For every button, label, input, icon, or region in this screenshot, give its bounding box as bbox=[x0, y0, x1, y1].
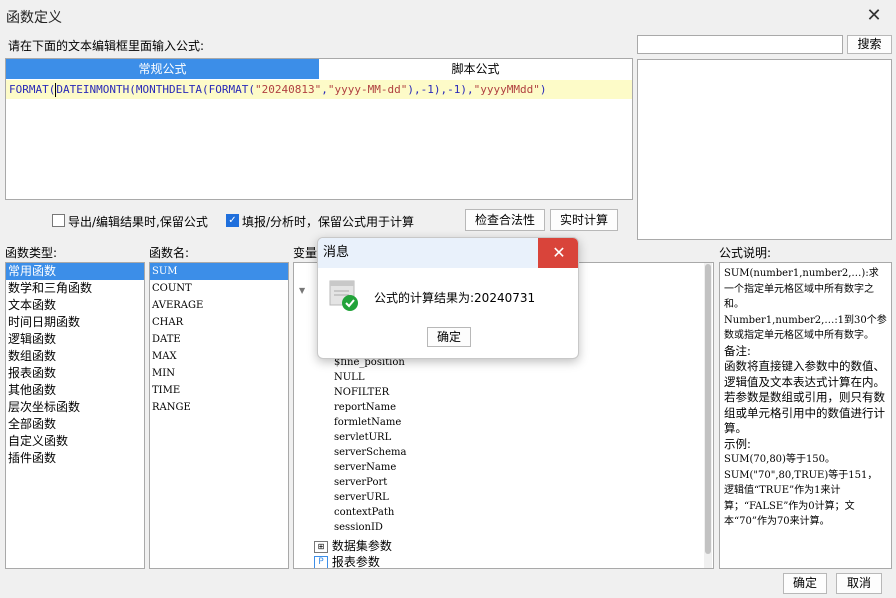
description-line: Number1,number2,…:1到30个参数或指定单元格区域中所有数字。 bbox=[724, 314, 887, 342]
function-name-item[interactable]: AVERAGE bbox=[150, 297, 288, 314]
function-name-item[interactable]: MAX bbox=[150, 348, 288, 365]
dataset-params-node[interactable]: ⊞ 数据集参数 bbox=[314, 537, 392, 554]
function-type-item[interactable]: 全部函数 bbox=[6, 416, 144, 433]
formula-token: ),-1),-1), bbox=[407, 83, 474, 96]
formula-editor[interactable]: 常规公式 脚本公式 FORMAT(DATEINMONTH(MONTHDELTA(… bbox=[5, 58, 633, 200]
function-type-item[interactable]: 自定义函数 bbox=[6, 433, 144, 450]
description-label: 公式说明: bbox=[719, 246, 772, 260]
formula-description: SUM(number1,number2,…):求一个指定单元格区域中所有数字之和… bbox=[719, 262, 892, 569]
dataset-params-label: 数据集参数 bbox=[331, 539, 392, 553]
export-keep-checkbox[interactable] bbox=[52, 214, 65, 227]
variable-item[interactable]: servletURL bbox=[334, 432, 391, 443]
function-name-item[interactable]: DATE bbox=[150, 331, 288, 348]
function-type-item[interactable]: 数学和三角函数 bbox=[6, 280, 144, 297]
fill-keep-checkbox[interactable]: ✓ bbox=[226, 214, 239, 227]
function-name-item[interactable]: MIN bbox=[150, 365, 288, 382]
formula-token: DATEINMONTH(MONTHDELTA(FORMAT( bbox=[56, 83, 256, 96]
function-type-item[interactable]: 文本函数 bbox=[6, 297, 144, 314]
description-line: SUM("70",80,TRUE)等于151，逻辑值“TRUE”作为1来计算；“… bbox=[724, 469, 878, 528]
description-line: 示例: bbox=[724, 436, 751, 451]
function-type-item[interactable]: 常用函数 bbox=[6, 263, 144, 280]
function-name-item[interactable]: CHAR bbox=[150, 314, 288, 331]
formula-token: ) bbox=[539, 83, 547, 96]
function-type-item[interactable]: 逻辑函数 bbox=[6, 331, 144, 348]
title-bar bbox=[0, 0, 896, 34]
report-params-label: 报表参数 bbox=[331, 555, 380, 569]
function-types-list[interactable]: 常用函数 数学和三角函数 文本函数 时间日期函数 逻辑函数 数组函数 报表函数 其他函数 层次坐… bbox=[5, 262, 145, 569]
variable-item[interactable]: sessionID bbox=[334, 522, 383, 533]
function-names-list[interactable]: SUM COUNT AVERAGE CHAR DATE MAX MIN TIME RANGE bbox=[149, 262, 289, 569]
realtime-calc-button[interactable]: 实时计算 bbox=[550, 209, 618, 231]
description-line: SUM(70,80)等于150。 bbox=[724, 454, 836, 465]
formula-token: FORMAT( bbox=[9, 83, 56, 96]
formula-token: "yyyy-MM-dd" bbox=[327, 83, 408, 96]
function-type-item[interactable]: 插件函数 bbox=[6, 450, 144, 467]
function-type-item[interactable]: 时间日期函数 bbox=[6, 314, 144, 331]
search-results-panel bbox=[637, 59, 892, 240]
description-line: 函数将直接键入参数中的数值、逻辑值及文本表达式计算在内。若参数是数组或引用，则只… bbox=[724, 359, 885, 435]
variable-item[interactable]: serverPort bbox=[334, 477, 387, 488]
param-p-icon: P bbox=[314, 556, 328, 568]
formula-text[interactable]: FORMAT(DATEINMONTH(MONTHDELTA(FORMAT("20… bbox=[6, 80, 632, 99]
window-title: 函数定义 bbox=[6, 10, 62, 26]
export-keep-label: 导出/编辑结果时,保留公式 bbox=[68, 215, 208, 229]
function-type-item[interactable]: 数组函数 bbox=[6, 348, 144, 365]
description-line: SUM(number1,number2,…):求一个指定单元格区域中所有数字之和… bbox=[724, 268, 879, 310]
function-name-item[interactable]: SUM bbox=[150, 263, 288, 280]
tree-expand-icon[interactable]: ▼ bbox=[299, 286, 305, 295]
variable-item[interactable]: NULL bbox=[334, 372, 364, 383]
dialog-close-icon[interactable]: ✕ bbox=[538, 238, 578, 268]
variable-item[interactable]: formletName bbox=[334, 417, 401, 428]
variable-item[interactable]: serverName bbox=[334, 462, 396, 473]
cancel-button[interactable]: 取消 bbox=[836, 573, 882, 594]
function-type-item[interactable]: 其他函数 bbox=[6, 382, 144, 399]
prompt-label: 请在下面的文本编辑框里面输入公式: bbox=[8, 39, 205, 53]
formula-token: "20240813" bbox=[255, 83, 322, 96]
function-types-label: 函数类型: bbox=[5, 246, 58, 260]
report-params-node[interactable]: P 报表参数 bbox=[314, 553, 380, 569]
search-button[interactable]: 搜索 bbox=[847, 35, 892, 54]
success-icon bbox=[329, 279, 358, 311]
variable-item[interactable]: NOFILTER bbox=[334, 387, 389, 398]
variable-item[interactable]: serverSchema bbox=[334, 447, 406, 458]
variable-item[interactable]: contextPath bbox=[334, 507, 394, 518]
function-name-item[interactable]: RANGE bbox=[150, 399, 288, 416]
search-input[interactable] bbox=[637, 35, 843, 54]
formula-token: "yyyyMMdd" bbox=[473, 83, 540, 96]
dialog-ok-button[interactable]: 确定 bbox=[427, 327, 471, 347]
tab-script-formula[interactable]: 脚本公式 bbox=[319, 59, 632, 79]
function-name-item[interactable]: TIME bbox=[150, 382, 288, 399]
ok-button[interactable]: 确定 bbox=[783, 573, 827, 594]
variables-label: 变量 bbox=[293, 246, 318, 260]
function-name-item[interactable]: COUNT bbox=[150, 280, 288, 297]
description-line: 备注: bbox=[724, 343, 751, 358]
dialog-message: 公式的计算结果为:20240731 bbox=[374, 291, 536, 305]
message-dialog: 消息 ✕ 公式的计算结果为:20240731 确定 bbox=[317, 237, 579, 359]
variables-scroll-thumb[interactable] bbox=[705, 264, 711, 554]
fill-keep-label: 填报/分析时，保留公式用于计算 bbox=[242, 215, 415, 229]
dialog-title: 消息 bbox=[318, 238, 538, 268]
function-type-item[interactable]: 报表函数 bbox=[6, 365, 144, 382]
close-icon[interactable]: ✕ bbox=[864, 6, 884, 26]
function-type-item[interactable]: 层次坐标函数 bbox=[6, 399, 144, 416]
dataset-icon: ⊞ bbox=[314, 540, 328, 553]
tab-regular-formula[interactable]: 常规公式 bbox=[6, 59, 319, 79]
function-names-label: 函数名: bbox=[149, 246, 190, 260]
check-validity-button[interactable]: 检查合法性 bbox=[465, 209, 545, 231]
variable-item[interactable]: serverURL bbox=[334, 492, 389, 503]
formula-token: , bbox=[321, 83, 328, 96]
variable-item[interactable]: reportName bbox=[334, 402, 396, 413]
